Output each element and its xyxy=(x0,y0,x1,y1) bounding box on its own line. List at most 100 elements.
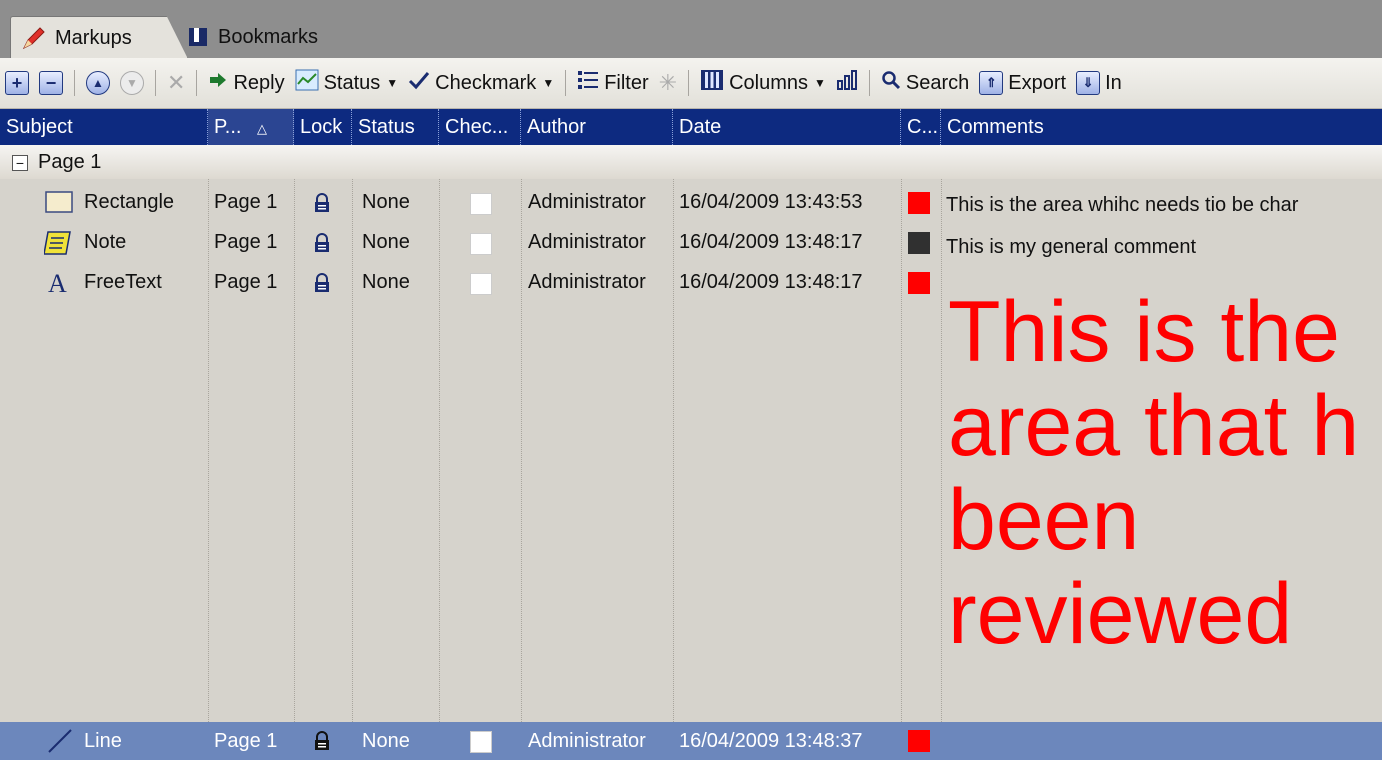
toolbar-separator xyxy=(565,70,567,96)
status-dropdown-button[interactable]: Status ▼ xyxy=(290,63,404,103)
freetext-line: This is the xyxy=(948,284,1340,380)
columns-icon xyxy=(700,69,724,97)
import-icon: ⇓ xyxy=(1076,71,1101,95)
row-author: Administrator xyxy=(528,730,646,752)
row-author: Administrator xyxy=(528,231,646,253)
row-page: Page 1 xyxy=(214,730,278,752)
row-author: Administrator xyxy=(528,191,646,213)
toolbar-separator xyxy=(196,70,198,96)
row-status: None xyxy=(362,231,410,253)
toolbar-separator xyxy=(74,70,75,96)
row-subject: FreeText xyxy=(84,271,162,293)
column-divider xyxy=(294,145,295,760)
tab-markups-label: Markups xyxy=(55,26,132,49)
filter-button[interactable]: Filter xyxy=(572,63,653,103)
close-icon: ✕ xyxy=(167,70,186,95)
row-date: 16/04/2009 13:48:17 xyxy=(679,231,863,253)
markups-list: − Page 1 Rectangle Page 1 None Administra… xyxy=(0,145,1382,760)
collapse-toggle-icon[interactable]: − xyxy=(12,154,28,171)
column-header-page-label: P... xyxy=(214,116,242,138)
tab-bookmarks[interactable]: Bookmarks xyxy=(176,16,328,58)
import-button[interactable]: ⇓ In xyxy=(1071,63,1127,103)
note-icon xyxy=(44,230,72,262)
checkmark-icon xyxy=(408,70,430,96)
column-divider xyxy=(439,145,440,760)
column-header-lock[interactable]: Lock xyxy=(294,109,352,145)
clear-filter-button[interactable]: ✳ xyxy=(654,63,682,103)
panel-tabstrip: Markups Bookmarks xyxy=(0,0,1382,59)
row-page: Page 1 xyxy=(214,231,278,253)
chevron-down-icon: ▼ xyxy=(814,76,826,90)
expand-all-button[interactable]: + xyxy=(0,63,34,103)
bar-chart-icon xyxy=(836,69,858,97)
columns-dropdown-button[interactable]: Columns ▼ xyxy=(695,63,831,103)
row-status: None xyxy=(362,730,410,752)
row-page: Page 1 xyxy=(214,271,278,293)
markups-list-header: Subject P... △ Lock Status Chec... Autho… xyxy=(0,109,1382,145)
row-comment: This is the area whihc needs tio be char xyxy=(946,194,1299,216)
delete-button[interactable]: ✕ xyxy=(162,63,190,103)
column-divider xyxy=(521,145,522,760)
toolbar-separator xyxy=(868,70,870,96)
row-author: Administrator xyxy=(528,271,646,293)
lock-icon[interactable] xyxy=(312,193,332,213)
row-color-swatch xyxy=(908,272,930,294)
column-header-author[interactable]: Author xyxy=(521,109,673,145)
chevron-down-icon: ▼ xyxy=(386,76,399,90)
column-divider xyxy=(673,145,674,760)
row-color-swatch xyxy=(908,232,930,254)
filter-list-icon xyxy=(577,69,599,97)
column-header-checkmark[interactable]: Chec... xyxy=(439,109,521,145)
row-date: 16/04/2009 13:48:37 xyxy=(679,730,863,752)
lock-icon[interactable] xyxy=(312,233,332,253)
rectangle-icon xyxy=(44,190,74,220)
row-comment: This is my general comment xyxy=(946,236,1197,258)
group-label: Page 1 xyxy=(38,151,102,173)
row-status: None xyxy=(362,191,410,213)
table-row-selected[interactable]: Line Page 1 None Administrator 16/04/200… xyxy=(0,722,1382,760)
row-checkbox[interactable] xyxy=(470,731,492,753)
toolbar-separator xyxy=(688,70,690,96)
summary-button[interactable] xyxy=(831,63,863,103)
toolbar-separator xyxy=(155,70,156,96)
column-divider xyxy=(352,145,353,760)
minus-icon: − xyxy=(39,71,63,95)
checkmark-dropdown-button[interactable]: Checkmark ▼ xyxy=(403,63,559,103)
column-header-color[interactable]: C... xyxy=(901,109,941,145)
markups-toolbar: + − ▲ ▼ ✕ Reply Status ▼ Checkmark ▼ Fil… xyxy=(0,58,1382,109)
arrow-down-icon: ▼ xyxy=(120,71,144,95)
reply-arrow-icon xyxy=(208,70,228,96)
column-header-subject[interactable]: Subject xyxy=(0,109,208,145)
group-row-page-1[interactable]: − Page 1 xyxy=(0,145,1382,179)
lock-icon[interactable] xyxy=(312,273,332,293)
row-checkbox[interactable] xyxy=(470,233,492,255)
plus-icon: + xyxy=(5,71,29,95)
row-comment-freetext: This is the area that h been reviewed xyxy=(948,285,1359,661)
search-button[interactable]: Search xyxy=(876,63,974,103)
reply-button[interactable]: Reply xyxy=(203,63,289,103)
column-header-status[interactable]: Status xyxy=(352,109,439,145)
row-subject: Line xyxy=(84,730,122,752)
lock-icon[interactable] xyxy=(312,731,332,751)
column-divider xyxy=(901,145,902,760)
search-icon xyxy=(881,70,901,96)
previous-button[interactable]: ▲ xyxy=(81,63,115,103)
row-checkbox[interactable] xyxy=(470,193,492,215)
column-header-comments[interactable]: Comments xyxy=(941,109,1382,145)
export-button[interactable]: ⇑ Export xyxy=(974,63,1071,103)
column-header-page[interactable]: P... △ xyxy=(208,109,294,145)
chevron-down-icon: ▼ xyxy=(542,76,555,90)
row-checkbox[interactable] xyxy=(470,273,492,295)
bookmark-icon xyxy=(186,25,210,49)
column-header-date[interactable]: Date xyxy=(673,109,901,145)
collapse-all-button[interactable]: − xyxy=(34,63,68,103)
pencil-icon xyxy=(21,25,47,51)
tab-markups[interactable]: Markups xyxy=(10,16,188,59)
next-button[interactable]: ▼ xyxy=(115,63,149,103)
export-icon: ⇑ xyxy=(979,71,1004,95)
row-date: 16/04/2009 13:48:17 xyxy=(679,271,863,293)
status-icon xyxy=(295,69,319,97)
row-color-swatch xyxy=(908,730,930,752)
freetext-line: been xyxy=(948,472,1140,568)
line-icon xyxy=(46,728,74,760)
